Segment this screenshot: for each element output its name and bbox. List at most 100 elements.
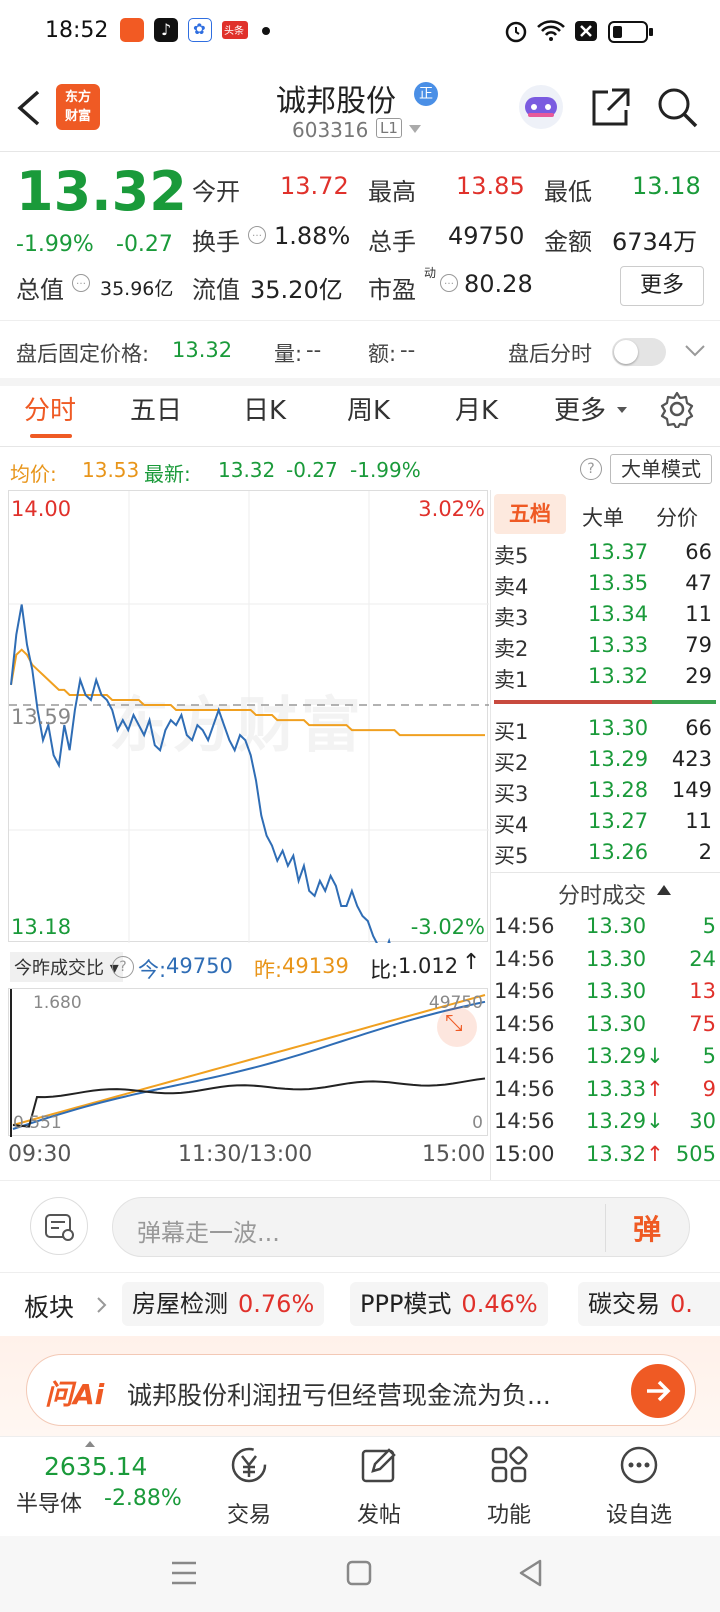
ask-row[interactable]: 卖2 13.33 79 (494, 633, 716, 664)
bid-level: 买3 (494, 782, 529, 806)
timeshare-chart[interactable]: 东方财富 14.00 3.02% 13.59 13.18 -3.02% (8, 490, 489, 943)
ask-row[interactable]: 卖4 13.35 47 (494, 571, 716, 602)
turnover-label: 换手 (192, 228, 240, 256)
ask-volume: 66 (685, 540, 712, 564)
tick-price: 13.33↑ (586, 1077, 664, 1101)
home-icon[interactable] (346, 1560, 372, 1586)
bid-row[interactable]: 买4 13.27 11 (494, 809, 716, 840)
tab-five-day[interactable]: 五日 (130, 390, 182, 427)
sector-pct: 0.76% (238, 1290, 315, 1318)
tick-row: 15:00 13.32↑ 505 (494, 1142, 716, 1175)
tab-big-orders[interactable]: 大单 (582, 502, 624, 532)
tab-timeshare[interactable]: 分时 (24, 390, 76, 427)
help-icon[interactable]: ? (580, 458, 602, 480)
ask-row[interactable]: 卖1 13.32 29 (494, 664, 716, 695)
turnover-value: 1.88% (274, 222, 351, 250)
nav-post[interactable]: 发帖 (324, 1445, 434, 1529)
open-value: 13.72 (280, 172, 349, 200)
search-icon[interactable] (656, 86, 700, 130)
tab-five-levels[interactable]: 五档 (494, 494, 566, 534)
after-hours-amount-label: 额: (368, 342, 397, 366)
bid-level: 买4 (494, 813, 529, 837)
settings-gear-icon[interactable] (658, 390, 696, 428)
tab-price-distribution[interactable]: 分价 (656, 502, 698, 532)
tick-volume: 505 (675, 1141, 716, 1166)
chart-bottom-price: 13.18 (11, 915, 72, 939)
nav-add-watchlist[interactable]: 设自选 (584, 1445, 694, 1529)
ask-row[interactable]: 卖3 13.34 11 (494, 602, 716, 633)
mktcap-value: 35.96亿 (100, 278, 174, 300)
tick-time: 14:56 (494, 1109, 555, 1133)
back-nav-icon[interactable] (518, 1558, 544, 1588)
pe-dynamic-mark: 动 (424, 266, 437, 280)
tick-price-value: 13.30 (586, 914, 647, 938)
ask-price: 13.35 (588, 571, 649, 595)
bid-level: 买2 (494, 751, 529, 775)
time-axis-mid: 11:30/13:00 (178, 1142, 313, 1167)
menu-icon[interactable] (170, 1560, 198, 1586)
caret-down-icon (617, 407, 627, 413)
bid-row[interactable]: 买5 13.26 2 (494, 840, 716, 871)
more-quote-button[interactable]: 更多 (620, 266, 704, 306)
chevron-down-icon[interactable] (684, 344, 706, 358)
ai-assistant-icon[interactable] (516, 82, 566, 132)
bid-row[interactable]: 买3 13.28 149 (494, 778, 716, 809)
info-icon[interactable]: … (440, 274, 458, 292)
tick-time: 14:56 (494, 946, 555, 971)
status-time: 18:52 (45, 18, 109, 43)
info-icon[interactable]: … (248, 226, 266, 244)
sector-chip[interactable]: 房屋检测 0.76% (122, 1282, 325, 1326)
bid-row[interactable]: 买2 13.29 423 (494, 747, 716, 778)
chevron-right-icon[interactable] (96, 1296, 108, 1314)
tab-month-k[interactable]: 月K (455, 390, 498, 427)
bid-volume: 149 (671, 778, 712, 802)
ai-go-button[interactable] (631, 1364, 685, 1418)
tick-volume: 75 (689, 1011, 716, 1036)
danmu-bar: 弹幕走一波... 弹 (0, 1180, 720, 1272)
sector-pct: 0.46% (461, 1290, 538, 1318)
danmu-input[interactable]: 弹幕走一波... 弹 (112, 1197, 690, 1257)
index-value[interactable]: 2635.14 (44, 1452, 147, 1481)
tab-day-k[interactable]: 日K (243, 390, 286, 427)
alarm-icon (505, 21, 527, 43)
ask-level: 卖5 (494, 544, 529, 568)
bid-row[interactable]: 买1 13.30 66 (494, 716, 716, 747)
active-tab-indicator (30, 434, 72, 438)
code-dropdown-icon[interactable] (408, 124, 422, 134)
nav-trade[interactable]: 交易 (194, 1445, 304, 1529)
expand-chart-icon[interactable]: ⤡ (437, 1007, 477, 1047)
bid-price: 13.27 (588, 809, 649, 833)
tab-week-k[interactable]: 周K (347, 390, 390, 427)
bid-level: 买1 (494, 720, 529, 744)
tick-volume: 24 (689, 946, 716, 971)
arrow-up-icon: ↑ (462, 950, 481, 975)
grid-icon (491, 1446, 528, 1483)
danmu-send-button[interactable]: 弹 (633, 1208, 661, 1248)
ticks-title[interactable]: 分时成交 (558, 878, 646, 910)
help-icon[interactable]: ? (112, 956, 134, 978)
share-icon[interactable] (590, 86, 632, 128)
info-icon[interactable]: … (72, 274, 90, 292)
ask-level: 卖2 (494, 637, 529, 661)
ask-volume: 47 (685, 571, 712, 595)
back-icon[interactable] (16, 90, 42, 126)
after-hours-toggle[interactable] (612, 338, 666, 366)
danmu-settings-button[interactable] (30, 1197, 88, 1255)
sector-chip[interactable]: 碳交易 0. (578, 1282, 720, 1326)
nav-functions[interactable]: 功能 (454, 1445, 564, 1529)
volume-ratio-chart[interactable]: 1.680 0.551 49750 0 ⤡ (8, 988, 488, 1137)
tick-row: 14:56 13.29↓ 30 (494, 1109, 716, 1142)
time-axis-end: 15:00 (422, 1142, 486, 1167)
tick-time: 14:56 (494, 1076, 555, 1101)
nav-trade-label: 交易 (226, 1503, 271, 1528)
ai-banner[interactable]: 问Ai 诚邦股份利润扭亏但经营现金流为负... (26, 1354, 696, 1426)
sector-chip[interactable]: PPP模式 0.46% (350, 1282, 548, 1326)
volume-ratio-selector[interactable]: 今昨成交比 ▾ (10, 952, 123, 982)
price-chart-svg (9, 491, 489, 943)
logo-text-bottom: 财富 (64, 109, 91, 124)
big-order-mode-button[interactable]: 大单模式 (610, 454, 712, 484)
after-hours-volume: -- (306, 338, 322, 362)
tick-row: 14:56 13.30 5 (494, 914, 716, 947)
ask-row[interactable]: 卖5 13.37 66 (494, 540, 716, 571)
tab-more[interactable]: 更多 (554, 390, 606, 427)
